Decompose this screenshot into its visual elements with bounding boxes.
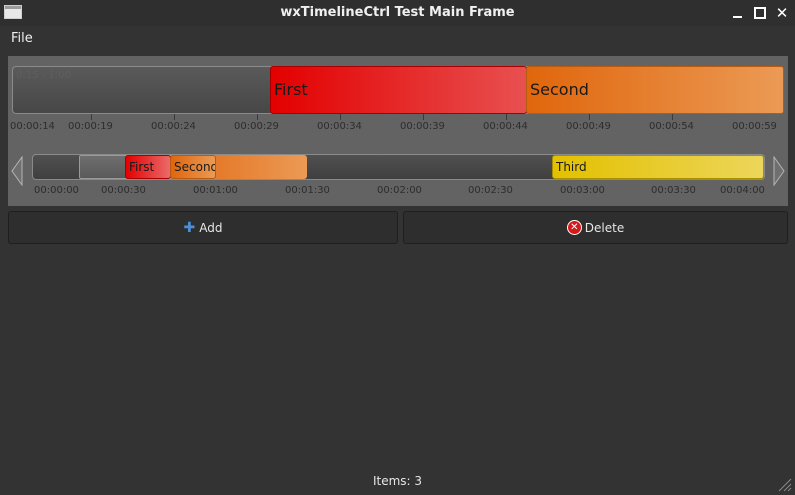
delete-button[interactable]: ✕ Delete [403,211,788,244]
overview-item-second-extent [215,155,307,179]
overview-tick-label: 00:03:30 [651,185,696,196]
resize-grip-icon[interactable] [776,476,792,492]
scroll-left-arrow-icon[interactable] [10,156,24,186]
window-title: wxTimelineCtrl Test Main Frame [280,5,515,20]
zoom-view[interactable]: 0:15 - 1:00 First Second [12,66,784,114]
overview-tick-label: 00:01:00 [193,185,238,196]
timeline-control: 0:15 - 1:00 First Second 00:00:14 00:00:… [8,56,788,206]
zoom-tick-label: 00:00:39 [400,121,445,132]
add-plus-icon: ✚ [183,219,196,236]
scroll-right-arrow-icon[interactable] [772,156,786,186]
overview-item-label: First [129,160,155,174]
zoom-item-second[interactable]: Second [526,66,784,114]
zoom-tickmark [506,114,507,120]
overview-item-third[interactable]: Third [552,155,764,179]
zoom-tickmark [91,114,92,120]
overview-item-second[interactable]: Second [170,155,216,179]
overview-tick-label: 00:00:30 [101,185,146,196]
overview-item-first[interactable]: First [125,155,171,179]
add-button[interactable]: ✚ Add [8,211,398,244]
overview-tick-label: 00:02:00 [377,185,422,196]
zoom-range-label: 0:15 - 1:00 [16,70,71,81]
zoom-tickmark [589,114,590,120]
zoom-tick-label: 00:00:19 [68,121,113,132]
zoom-tick-label: 00:00:49 [566,121,611,132]
menu-file[interactable]: File [11,31,33,46]
title-bar: wxTimelineCtrl Test Main Frame ✕ [0,0,795,26]
close-button[interactable]: ✕ [772,3,792,23]
overview-tick-label: 00:01:30 [285,185,330,196]
overview-tick-label: 00:04:00 [720,185,765,196]
zoom-item-label: First [274,80,308,99]
zoom-tick-label: 00:00:54 [649,121,694,132]
maximize-button[interactable] [750,3,770,23]
zoom-item-label: Second [530,80,589,99]
maximize-icon [754,7,766,19]
minimize-button[interactable] [727,3,747,23]
delete-button-label: Delete [584,220,625,235]
overview-strip: First Second Third 00:00:00 00:00:30 00:… [8,150,788,200]
zoom-tickmark [257,114,258,120]
overview-tick-label: 00:00:00 [34,185,79,196]
zoom-tickmark [174,114,175,120]
zoom-tick-label: 00:00:24 [151,121,196,132]
add-button-label: Add [199,220,223,235]
zoom-tick-label: 00:00:44 [483,121,528,132]
zoom-tickmark [672,114,673,120]
close-icon: ✕ [775,3,789,22]
zoom-tick-label: 00:00:29 [234,121,279,132]
zoom-tick-label: 00:00:14 [10,121,55,132]
zoom-tickmark [340,114,341,120]
overview-item-label: Second [174,160,216,174]
overview-tick-label: 00:02:30 [468,185,513,196]
zoom-item-first[interactable]: First [270,66,527,114]
delete-circle-icon: ✕ [566,220,582,235]
overview-item-label: Third [556,160,587,174]
zoom-tick-label: 00:00:34 [317,121,362,132]
zoom-tick-label: 00:00:59 [732,121,777,132]
menu-bar: File [0,28,795,50]
status-bar-items-count: Items: 3 [372,474,423,488]
minimize-icon [732,16,742,18]
overview-track[interactable]: First Second Third [32,154,765,180]
overview-tick-label: 00:03:00 [560,185,605,196]
zoom-tickmark [423,114,424,120]
